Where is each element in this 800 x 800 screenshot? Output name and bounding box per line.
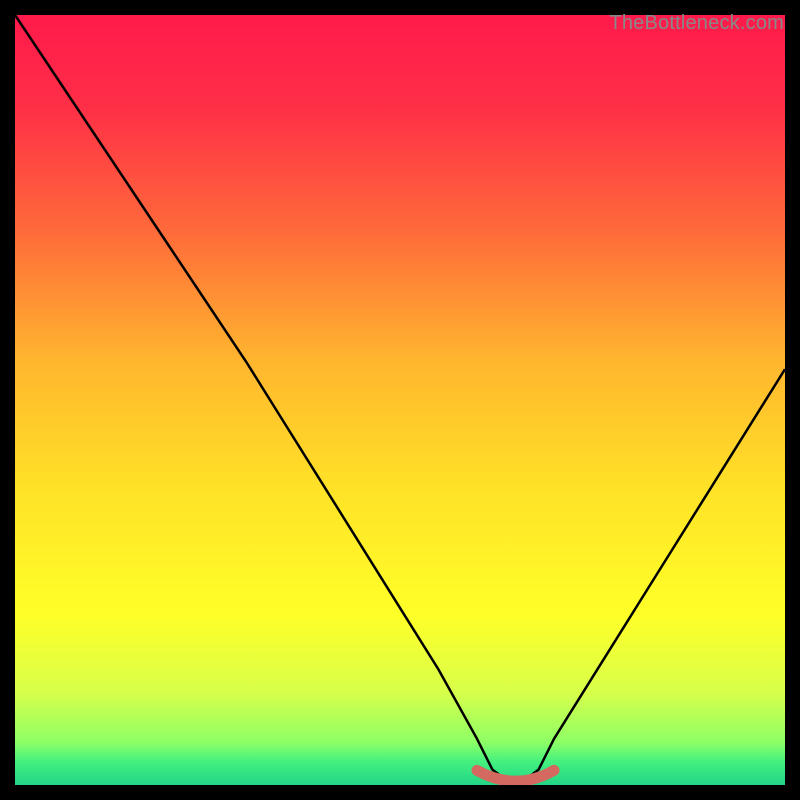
plot-area bbox=[15, 15, 785, 785]
bottleneck-curve bbox=[15, 15, 785, 781]
watermark-text: TheBottleneck.com bbox=[609, 12, 784, 35]
chart-overlay bbox=[15, 15, 785, 785]
min-marker bbox=[477, 770, 554, 781]
chart-stage: TheBottleneck.com bbox=[0, 0, 800, 800]
